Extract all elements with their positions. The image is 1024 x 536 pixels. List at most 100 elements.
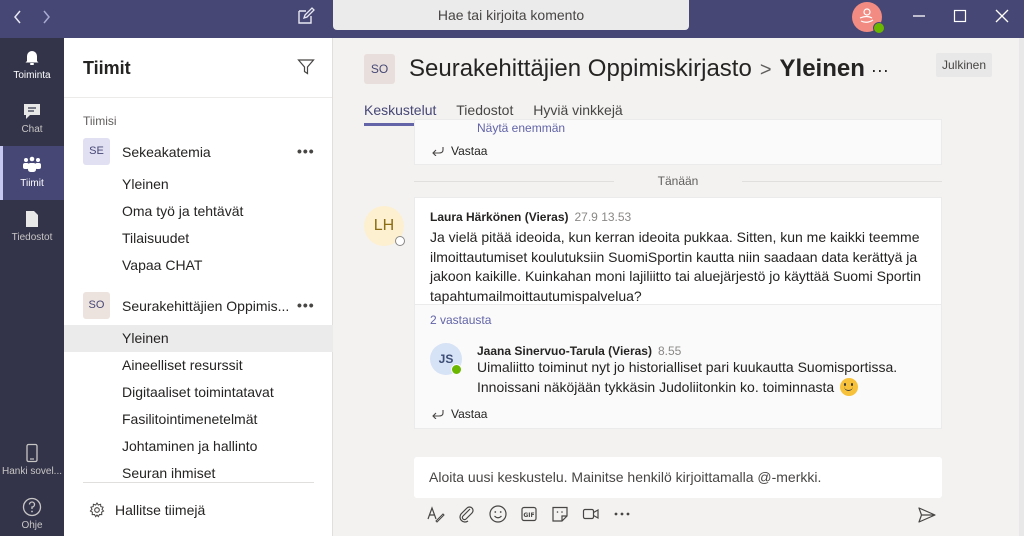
reply-button[interactable]: Vastaa xyxy=(431,144,487,158)
message-timestamp: 27.9 13.53 xyxy=(574,210,632,224)
rail-label: Hanki sovel... xyxy=(1,466,63,477)
app-bar: Toiminta Chat Tiimit Tiedostot Hanki sov… xyxy=(0,38,64,536)
channel-view: SO Seurakehittäjien Oppimiskirjasto > Ylei… xyxy=(334,38,1024,536)
sticker-icon xyxy=(552,506,568,522)
help-icon xyxy=(22,497,42,517)
emoji-button[interactable] xyxy=(488,504,508,524)
new-conversation-input[interactable]: Aloita uusi keskustelu. Mainitse henkilö… xyxy=(414,457,942,498)
mobile-icon xyxy=(26,443,38,463)
gif-button[interactable]: GIF xyxy=(519,504,539,524)
rail-label: Ohje xyxy=(21,520,43,531)
rail-item-files[interactable]: Tiedostot xyxy=(0,200,64,254)
reply-label: Vastaa xyxy=(451,407,488,421)
reply-header: Jaana Sinervuo-Tarula (Vieras) 8.55 xyxy=(477,344,681,358)
team-more-options-button[interactable]: ••• xyxy=(297,143,315,159)
channel-item[interactable]: Digitaaliset toimintatavat xyxy=(64,379,333,406)
maximize-icon xyxy=(953,9,967,23)
show-more-link[interactable]: Näytä enemmän xyxy=(477,121,565,135)
close-icon xyxy=(995,9,1009,23)
section-label: Tiimisi xyxy=(83,114,117,128)
rail-label: Chat xyxy=(21,124,43,135)
message-header: Laura Härkönen (Vieras) 27.9 13.53 xyxy=(430,210,631,224)
rail-label: Toiminta xyxy=(13,70,51,81)
teams-title: Tiimit xyxy=(83,58,131,78)
close-window-button[interactable] xyxy=(987,4,1017,28)
rail-item-chat[interactable]: Chat xyxy=(0,92,64,146)
privacy-badge: Julkinen xyxy=(936,53,992,77)
channel-breadcrumb: Seurakehittäjien Oppimiskirjasto > Yleinen… xyxy=(409,55,889,83)
rail-item-help[interactable]: Ohje xyxy=(0,488,64,536)
channel-item[interactable]: Vapaa CHAT xyxy=(64,252,333,279)
format-button[interactable] xyxy=(426,504,446,524)
channel-item[interactable]: Oma työ ja tehtävät xyxy=(64,198,333,225)
rail-label: Tiimit xyxy=(20,178,44,189)
root-message: Laura Härkönen (Vieras) 27.9 13.53 Ja vie… xyxy=(415,198,941,305)
bell-icon xyxy=(25,51,39,65)
author-name: Laura Härkönen (Vieras) xyxy=(430,210,569,224)
format-icon xyxy=(427,506,445,523)
presence-offline-icon xyxy=(395,236,405,246)
new-chat-button[interactable] xyxy=(296,6,316,26)
team-name[interactable]: Seurakehittäjien Oppimiskirjasto xyxy=(409,55,752,82)
rail-item-activity[interactable]: Toiminta xyxy=(0,38,64,92)
compose-icon xyxy=(298,7,315,24)
reply-button[interactable]: Vastaa xyxy=(431,407,487,421)
channel-item[interactable]: Aineelliset resurssit xyxy=(64,352,333,379)
meet-now-icon xyxy=(582,508,599,520)
teams-list-pane: Tiimit Tiimisi SE Sekeakatemia ••• Ylein… xyxy=(64,38,333,536)
back-button[interactable] xyxy=(8,6,28,28)
presence-available-icon xyxy=(873,22,885,34)
presence-available-icon xyxy=(451,364,462,375)
manage-teams-label: Hallitse tiimejä xyxy=(115,502,206,518)
replies-count-link[interactable]: 2 vastausta xyxy=(430,313,491,327)
team-name: Seurakehittäjien Oppimis... xyxy=(122,298,290,314)
forward-button[interactable] xyxy=(36,6,56,28)
reply-arrow-icon xyxy=(431,409,445,419)
filter-button[interactable] xyxy=(297,58,315,76)
channel-item[interactable]: Fasilitointimenetelmät xyxy=(64,406,333,433)
meet-now-button[interactable] xyxy=(581,504,601,524)
scrollbar[interactable] xyxy=(1019,38,1024,536)
chevron-right-icon xyxy=(43,10,50,24)
chat-icon xyxy=(24,104,40,119)
minimize-button[interactable] xyxy=(904,4,934,28)
sticker-button[interactable] xyxy=(550,504,570,524)
channel-item[interactable]: Seuran ihmiset xyxy=(64,460,333,482)
channel-item[interactable]: Yleinen xyxy=(64,171,333,198)
filter-icon xyxy=(297,59,315,75)
rail-label: Tiedostot xyxy=(11,232,53,243)
channel-item-active[interactable]: Yleinen xyxy=(64,325,333,352)
gear-icon xyxy=(89,502,105,518)
channel-item[interactable]: Johtaminen ja hallinto xyxy=(64,433,333,460)
search-command-box[interactable]: Hae tai kirjoita komento xyxy=(333,0,689,30)
rail-item-get-app[interactable]: Hanki sovel... xyxy=(0,434,64,488)
team-row-seurakehittajien[interactable]: SO Seurakehittäjien Oppimis... ••• xyxy=(64,291,333,321)
more-options-button[interactable] xyxy=(612,504,632,524)
reply-text: Uimaliitto toiminut nyt jo historiallise… xyxy=(477,359,898,395)
divider xyxy=(83,482,314,483)
team-row-sekeakatemia[interactable]: SE Sekeakatemia ••• xyxy=(64,137,333,167)
team-more-options-button[interactable]: ••• xyxy=(297,297,315,313)
channel-item[interactable]: Tilaisuudet xyxy=(64,225,333,252)
date-divider: Tänään xyxy=(414,174,942,188)
team-avatar: SO xyxy=(83,292,110,319)
previous-message-card: Näytä enemmän Vastaa xyxy=(414,119,942,165)
reply-timestamp: 8.55 xyxy=(657,344,682,358)
channel-more-options-button[interactable]: ··· xyxy=(871,60,889,80)
user-avatar[interactable] xyxy=(852,2,885,34)
manage-teams-button[interactable]: Hallitse tiimejä xyxy=(89,502,205,518)
rail-item-teams[interactable]: Tiimit xyxy=(0,146,64,200)
message-thread: Laura Härkönen (Vieras) 27.9 13.53 Ja vie… xyxy=(414,197,942,429)
svg-text:GIF: GIF xyxy=(523,512,534,519)
more-icon xyxy=(614,512,630,516)
team-name: Sekeakatemia xyxy=(122,144,211,160)
compose-toolbar: GIF xyxy=(426,504,643,524)
chevron-left-icon xyxy=(14,10,21,24)
team-avatar: SE xyxy=(83,138,110,165)
minimize-icon xyxy=(913,15,925,17)
maximize-button[interactable] xyxy=(945,4,975,28)
attach-icon xyxy=(459,506,474,523)
attach-button[interactable] xyxy=(457,504,477,524)
send-button[interactable] xyxy=(917,506,937,524)
message-body: Ja vielä pitää ideoida, kun kerran ideoi… xyxy=(430,229,922,304)
